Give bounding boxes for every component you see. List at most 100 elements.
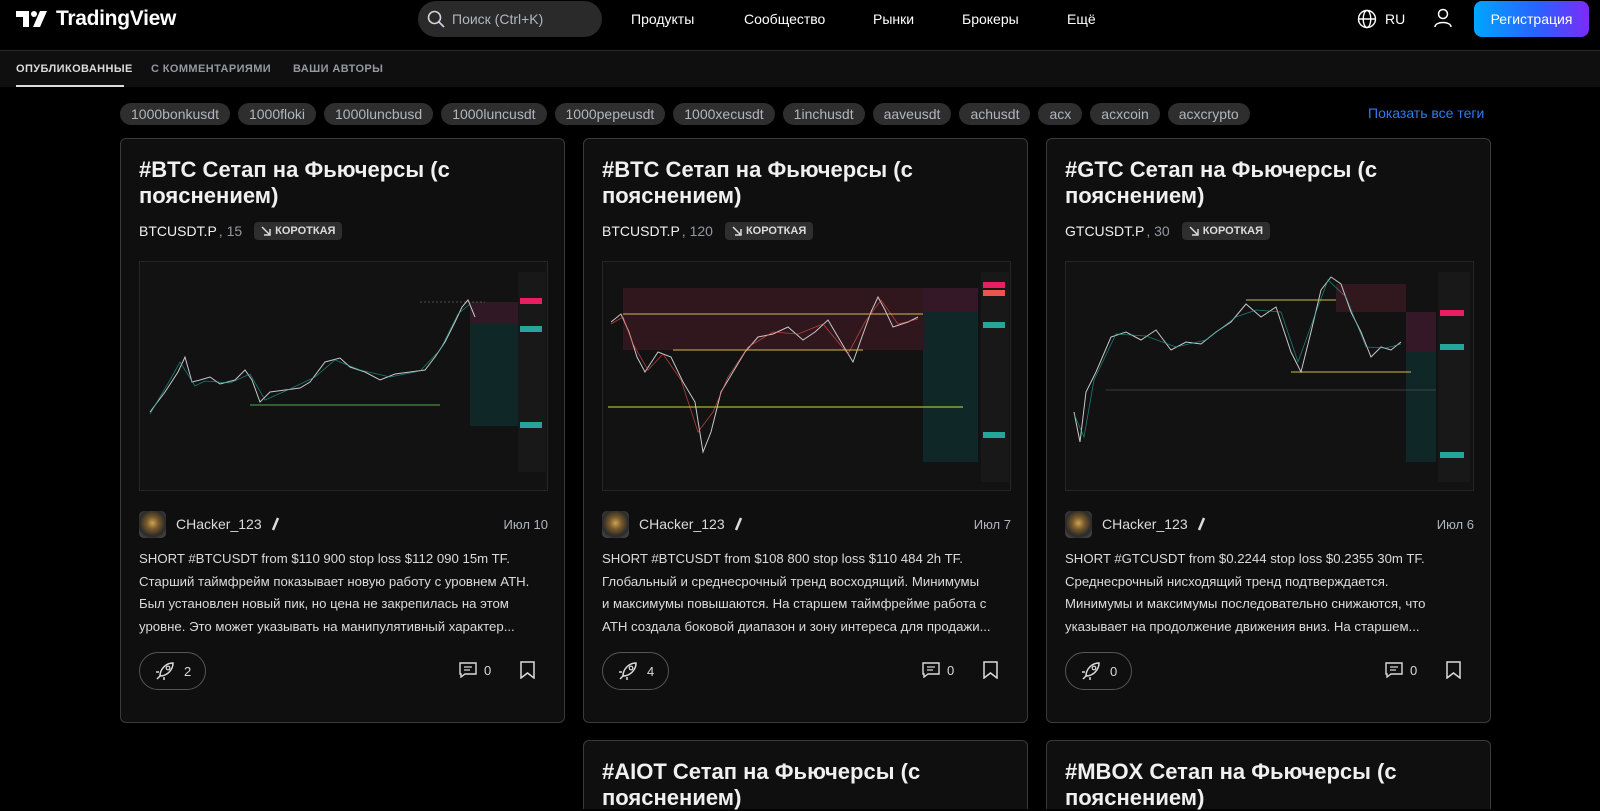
logo[interactable]: TradingView — [16, 7, 176, 31]
boost-button[interactable]: 2 — [139, 652, 207, 690]
top-header: TradingView Поиск (Ctrl+K) Продукты Сооб… — [0, 0, 1600, 51]
desc-line: Старший таймфрейм показывает новую работ… — [139, 573, 530, 589]
tag-chip[interactable]: 1000bonkusdt — [120, 103, 230, 125]
idea-description[interactable]: SHORT #BTCUSDT from $108 800 stop loss $… — [602, 548, 1007, 638]
idea-card[interactable]: #BTC Сетап на Фьючерсы (с пояснением) BT… — [583, 138, 1028, 723]
tag-chip[interactable]: 1000luncusdt — [441, 103, 547, 125]
comment-icon — [922, 662, 940, 678]
comment-icon — [459, 662, 477, 678]
timeframe: , 30 — [1146, 223, 1170, 239]
register-button[interactable]: Регистрация — [1474, 1, 1589, 37]
nav-brokers[interactable]: Брокеры — [962, 11, 1019, 27]
chart-preview[interactable] — [602, 261, 1011, 491]
tag-chip[interactable]: 1000luncbusd — [324, 103, 434, 125]
idea-card[interactable]: #BTC Сетап на Фьючерсы (с пояснением) BT… — [120, 138, 565, 723]
tag-chip[interactable]: 1000floki — [237, 103, 317, 125]
tab-published[interactable]: ОПУБЛИКОВАННЫЕ — [16, 63, 133, 75]
idea-card[interactable]: #GTC Сетап на Фьючерсы (с пояснением) GT… — [1046, 138, 1491, 723]
nav-markets[interactable]: Рынки — [873, 11, 914, 27]
desc-line: SHORT #BTCUSDT from $108 800 stop loss $… — [602, 551, 963, 566]
chart-thumbnail — [1073, 272, 1470, 482]
boost-count: 4 — [647, 663, 655, 679]
tag-chip[interactable]: achusdt — [959, 103, 1031, 125]
idea-card[interactable]: #MBOX Сетап на Фьючерсы (с пояснением) — [1046, 740, 1491, 811]
tag-chip[interactable]: aaveusdt — [872, 103, 952, 125]
author-name[interactable]: CHacker_123 — [1102, 516, 1188, 532]
rocket-icon — [1082, 662, 1100, 680]
tag-chip[interactable]: acxcrypto — [1167, 103, 1250, 125]
idea-card[interactable]: #AIOT Сетап на Фьючерсы (с пояснением) — [583, 740, 1028, 811]
symbol-link[interactable]: BTCUSDT.P — [602, 223, 680, 239]
bookmark-icon[interactable] — [1446, 661, 1461, 679]
comments-button[interactable]: 0 — [459, 662, 491, 678]
tab-with-comments[interactable]: С КОММЕНТАРИЯМИ — [151, 63, 271, 75]
direction-badge: КОРОТКАЯ — [724, 222, 814, 240]
idea-title[interactable]: #GTC Сетап на Фьючерсы (с пояснением) — [1065, 157, 1475, 209]
chart-preview[interactable] — [1065, 261, 1474, 491]
tradingview-logo-icon — [16, 11, 47, 27]
arrow-down-right-icon — [732, 226, 742, 236]
author-row: CHacker_123 Июл 6 — [1065, 510, 1474, 538]
search-input[interactable]: Поиск (Ctrl+K) — [418, 1, 602, 37]
direction-badge: КОРОТКАЯ — [1181, 222, 1271, 240]
comment-count: 0 — [947, 662, 955, 678]
chart-preview[interactable] — [139, 261, 548, 491]
idea-description[interactable]: SHORT #GTCUSDT from $0.2244 stop loss $0… — [1065, 548, 1470, 638]
pen-icon — [1197, 517, 1205, 531]
show-all-tags-link[interactable]: Показать все теги — [1368, 105, 1484, 121]
symbol-link[interactable]: BTCUSDT.P — [139, 223, 217, 239]
comments-button[interactable]: 0 — [1385, 662, 1417, 678]
tag-chip[interactable]: acxcoin — [1090, 103, 1160, 125]
desc-line: Среднесрочный нисходящий тренд подтвержд… — [1065, 573, 1389, 589]
boost-button[interactable]: 4 — [602, 652, 670, 690]
nav-products[interactable]: Продукты — [631, 11, 694, 27]
idea-title[interactable]: #MBOX Сетап на Фьючерсы (с пояснением) — [1065, 759, 1475, 811]
author-name[interactable]: CHacker_123 — [639, 516, 725, 532]
direction-label: КОРОТКАЯ — [275, 225, 336, 237]
avatar[interactable] — [1065, 510, 1092, 538]
symbol-link[interactable]: GTCUSDT.P — [1065, 223, 1144, 239]
symbol-row: BTCUSDT.P , 120 КОРОТКАЯ — [602, 222, 814, 240]
tab-your-authors[interactable]: ВАШИ АВТОРЫ — [293, 63, 383, 75]
bookmark-icon[interactable] — [983, 661, 998, 679]
pen-icon — [271, 517, 279, 531]
symbol-row: BTCUSDT.P , 15 КОРОТКАЯ — [139, 222, 343, 240]
desc-line: Минимумы и максимумы последовательно сни… — [1065, 596, 1426, 611]
publish-date: Июл 6 — [1436, 516, 1474, 532]
chart-thumbnail — [149, 272, 546, 472]
brand-name: TradingView — [56, 7, 177, 30]
arrow-down-right-icon — [261, 226, 271, 236]
desc-line: SHORT #GTCUSDT from $0.2244 stop loss $0… — [1065, 551, 1425, 566]
tag-chip[interactable]: 1000xecusdt — [673, 103, 775, 125]
idea-description[interactable]: SHORT #BTCUSDT from $110 900 stop loss $… — [139, 548, 544, 638]
nav-more[interactable]: Ещё — [1067, 11, 1096, 27]
desc-line: Глобальный и среднесрочный тренд восходя… — [602, 573, 980, 589]
nav-community[interactable]: Сообщество — [744, 11, 825, 27]
desc-line: и максимумы повышаются. На старшем таймф… — [602, 596, 987, 611]
bookmark-icon[interactable] — [520, 661, 535, 679]
timeframe: , 120 — [681, 223, 713, 239]
author-name[interactable]: CHacker_123 — [176, 516, 262, 532]
tag-chip[interactable]: 1inchusdt — [782, 103, 865, 125]
search-placeholder: Поиск (Ctrl+K) — [452, 11, 544, 27]
idea-title[interactable]: #BTC Сетап на Фьючерсы (с пояснением) — [602, 157, 1012, 209]
comments-button[interactable]: 0 — [922, 662, 954, 678]
publish-date: Июл 7 — [973, 516, 1011, 532]
language-selector[interactable]: RU — [1357, 9, 1405, 29]
idea-title[interactable]: #BTC Сетап на Фьючерсы (с пояснением) — [139, 157, 549, 209]
rocket-icon — [156, 662, 174, 680]
desc-line: SHORT #BTCUSDT from $110 900 stop loss $… — [139, 551, 510, 566]
direction-label: КОРОТКАЯ — [745, 225, 807, 237]
avatar[interactable] — [602, 510, 629, 538]
boost-count: 0 — [1110, 663, 1118, 679]
tag-chip[interactable]: acx — [1038, 103, 1083, 125]
tag-chip[interactable]: 1000pepeusdt — [554, 103, 666, 125]
avatar[interactable] — [139, 510, 166, 538]
language-label: RU — [1385, 11, 1406, 27]
author-row: CHacker_123 Июл 7 — [602, 510, 1011, 538]
desc-line: уровне. Это может указывать на манипулят… — [139, 618, 515, 634]
boost-button[interactable]: 0 — [1065, 652, 1133, 690]
user-icon[interactable] — [1432, 7, 1454, 29]
subtabs-bar: ОПУБЛИКОВАННЫЕ С КОММЕНТАРИЯМИ ВАШИ АВТО… — [0, 51, 1600, 87]
idea-title[interactable]: #AIOT Сетап на Фьючерсы (с пояснением) — [602, 759, 1012, 811]
